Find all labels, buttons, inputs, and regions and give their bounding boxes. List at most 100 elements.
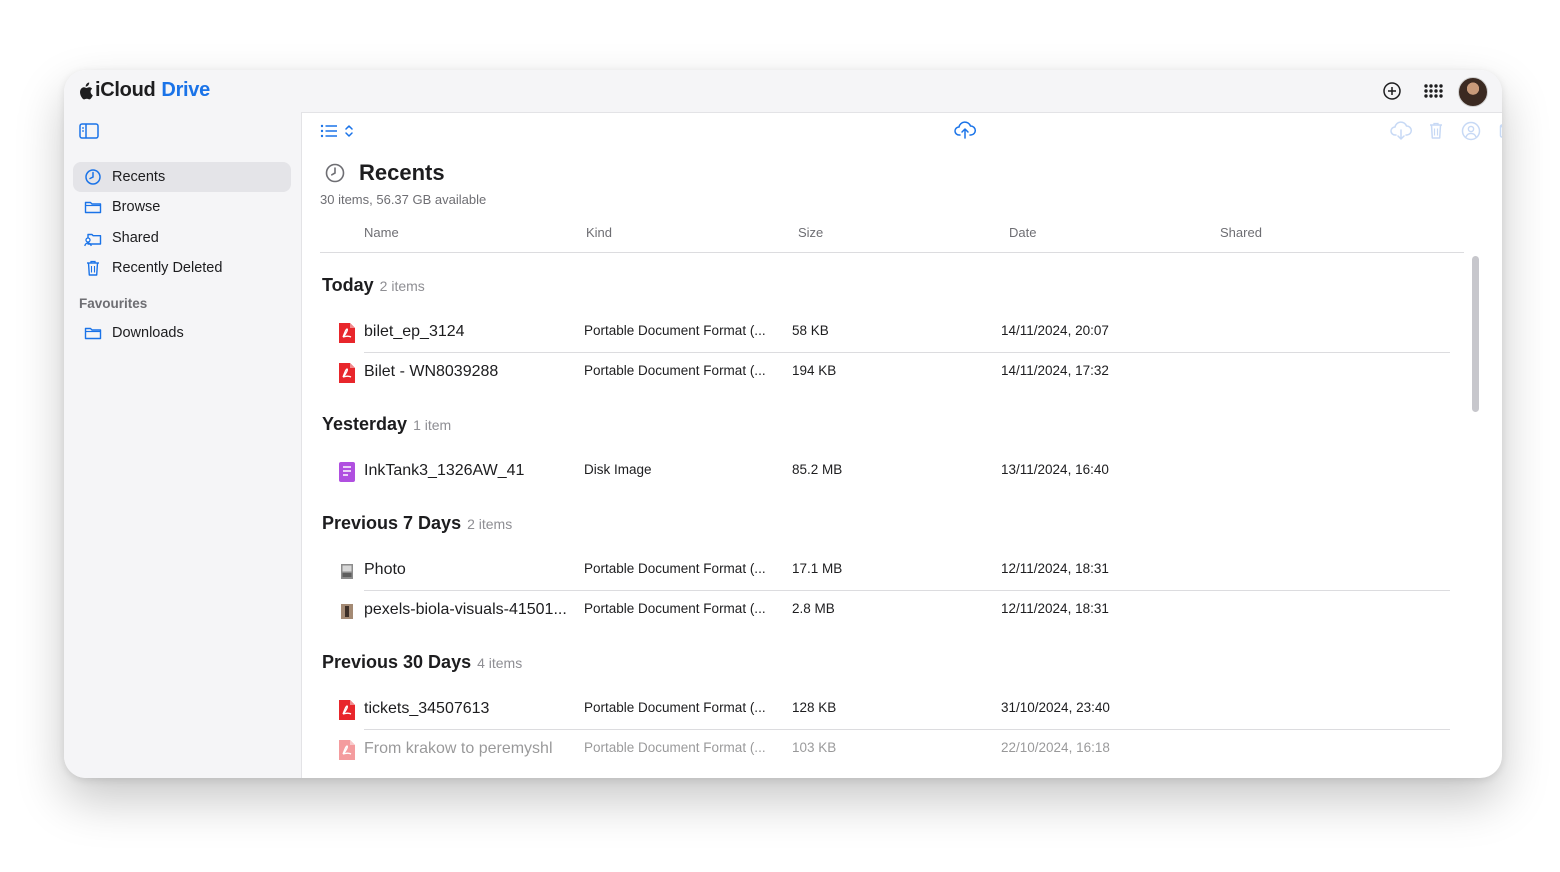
file-row[interactable]: Photo Portable Document Format (... 17.1… [302, 550, 1452, 590]
sidebar-item-recents[interactable]: Recents [73, 162, 291, 192]
mail-icon[interactable] [1499, 122, 1502, 140]
column-header-size[interactable]: Size [798, 225, 823, 240]
file-kind: Portable Document Format (... [584, 363, 766, 378]
file-kind: Portable Document Format (... [584, 601, 766, 616]
file-kind: Portable Document Format (... [584, 561, 766, 576]
storage-summary: 30 items, 56.37 GB available [320, 192, 487, 207]
favourites-heading: Favourites [79, 296, 148, 311]
file-date: 31/10/2024, 23:40 [1001, 700, 1110, 715]
main-content: Recents 30 items, 56.37 GB available Nam… [302, 112, 1502, 778]
sidebar-item-label: Shared [112, 230, 159, 246]
app-window: iCloud Drive Recents Browse Shared Recen… [64, 70, 1502, 778]
file-name: bilet_ep_3124 [364, 323, 465, 340]
file-name: InkTank3_1326AW_41 [364, 462, 525, 479]
file-size: 128 KB [792, 700, 837, 715]
group-count: 2 items [379, 278, 425, 294]
sidebar-item-label: Browse [112, 199, 161, 215]
column-header-date[interactable]: Date [1009, 225, 1036, 240]
trash-icon [87, 260, 99, 276]
file-row[interactable]: tickets_34507613 Portable Document Forma… [302, 689, 1452, 729]
pdf-icon [339, 700, 355, 720]
group-title: Today [322, 275, 374, 295]
file-kind: Portable Document Format (... [584, 700, 766, 715]
column-header-kind[interactable]: Kind [586, 225, 612, 240]
file-date: 22/10/2024, 16:18 [1001, 740, 1110, 755]
group-header-today: Today 2 items [322, 275, 425, 296]
sidebar-item-recently-deleted[interactable]: Recently Deleted [73, 253, 291, 283]
file-size: 194 KB [792, 363, 837, 378]
file-date: 12/11/2024, 18:31 [1001, 601, 1109, 616]
file-name: tickets_34507613 [364, 700, 490, 717]
group-title: Yesterday [322, 414, 408, 434]
photo-thumbnail-icon [341, 564, 353, 579]
clock-icon [85, 169, 101, 185]
scrollbar-thumb[interactable] [1472, 256, 1479, 412]
file-kind: Disk Image [584, 462, 652, 477]
group-title: Previous 30 Days [322, 652, 472, 672]
file-date: 13/11/2024, 16:40 [1001, 462, 1109, 477]
pdf-icon [339, 740, 355, 760]
file-row[interactable]: Bilet - WN8039288 Portable Document Form… [302, 352, 1452, 392]
group-count: 1 item [413, 417, 452, 433]
file-row[interactable]: From krakow to peremyshl Portable Docume… [302, 729, 1452, 769]
group-header-previous-7-days: Previous 7 Days 2 items [322, 513, 512, 534]
sort-chevrons-icon[interactable] [344, 123, 354, 139]
page-title: Recents [359, 160, 445, 185]
shared-folder-icon [84, 233, 102, 247]
pdf-icon [339, 363, 355, 383]
sidebar-item-label: Recently Deleted [112, 260, 223, 276]
file-row[interactable]: bilet_ep_3124 Portable Document Format (… [302, 312, 1452, 352]
file-size: 58 KB [792, 323, 829, 338]
column-header-shared[interactable]: Shared [1220, 225, 1262, 240]
share-person-icon[interactable] [1460, 121, 1482, 141]
file-size: 103 KB [792, 740, 837, 755]
folder-icon [84, 201, 102, 214]
brand-name: iCloud [95, 79, 156, 101]
file-kind: Portable Document Format (... [584, 323, 766, 338]
file-name: pexels-biola-visuals-41501... [364, 601, 567, 618]
upload-icon[interactable] [954, 120, 976, 140]
group-title: Previous 7 Days [322, 513, 462, 533]
group-header-previous-30-days: Previous 30 Days 4 items [322, 652, 522, 673]
photo-thumbnail-icon [341, 604, 353, 619]
trash-icon[interactable] [1427, 121, 1445, 141]
file-name: Bilet - WN8039288 [364, 363, 499, 380]
sidebar-item-label: Downloads [112, 325, 184, 341]
header-divider [320, 252, 1464, 253]
pdf-icon [339, 323, 355, 343]
file-name: Photo [364, 561, 406, 578]
group-count: 2 items [467, 516, 513, 532]
page-header: Recents [324, 160, 445, 186]
sidebar-item-label: Recents [112, 169, 166, 185]
file-row[interactable]: pexels-biola-visuals-41501... Portable D… [302, 590, 1452, 630]
file-date: 12/11/2024, 18:31 [1001, 561, 1109, 576]
app-logo[interactable]: iCloud Drive [78, 79, 210, 102]
sidebar-item-downloads[interactable]: Downloads [73, 318, 291, 348]
folder-icon [84, 327, 102, 340]
apple-logo-icon [80, 82, 93, 99]
file-date: 14/11/2024, 20:07 [1001, 323, 1109, 338]
app-grid-icon[interactable] [1422, 80, 1444, 102]
file-size: 17.1 MB [792, 561, 843, 576]
download-icon[interactable] [1390, 121, 1412, 141]
disk-image-icon [339, 462, 355, 482]
group-count: 4 items [477, 655, 523, 671]
top-bar: iCloud Drive [64, 70, 1502, 113]
file-size: 85.2 MB [792, 462, 843, 477]
list-view-icon[interactable] [320, 123, 338, 139]
avatar[interactable] [1458, 77, 1488, 107]
sidebar-toggle-icon[interactable] [79, 123, 99, 139]
add-circle-icon[interactable] [1381, 80, 1403, 102]
clock-icon [325, 163, 345, 183]
file-kind: Portable Document Format (... [584, 740, 766, 755]
file-name: From krakow to peremyshl [364, 740, 553, 757]
sidebar-item-shared[interactable]: Shared [73, 223, 291, 253]
file-row[interactable]: InkTank3_1326AW_41 Disk Image 85.2 MB 13… [302, 451, 1452, 491]
column-header-name[interactable]: Name [364, 225, 399, 240]
sidebar-item-browse[interactable]: Browse [73, 192, 291, 222]
sidebar: Recents Browse Shared Recently Deleted F… [64, 112, 302, 778]
brand-product: Drive [161, 79, 210, 101]
file-date: 14/11/2024, 17:32 [1001, 363, 1109, 378]
group-header-yesterday: Yesterday 1 item [322, 414, 451, 435]
file-size: 2.8 MB [792, 601, 835, 616]
